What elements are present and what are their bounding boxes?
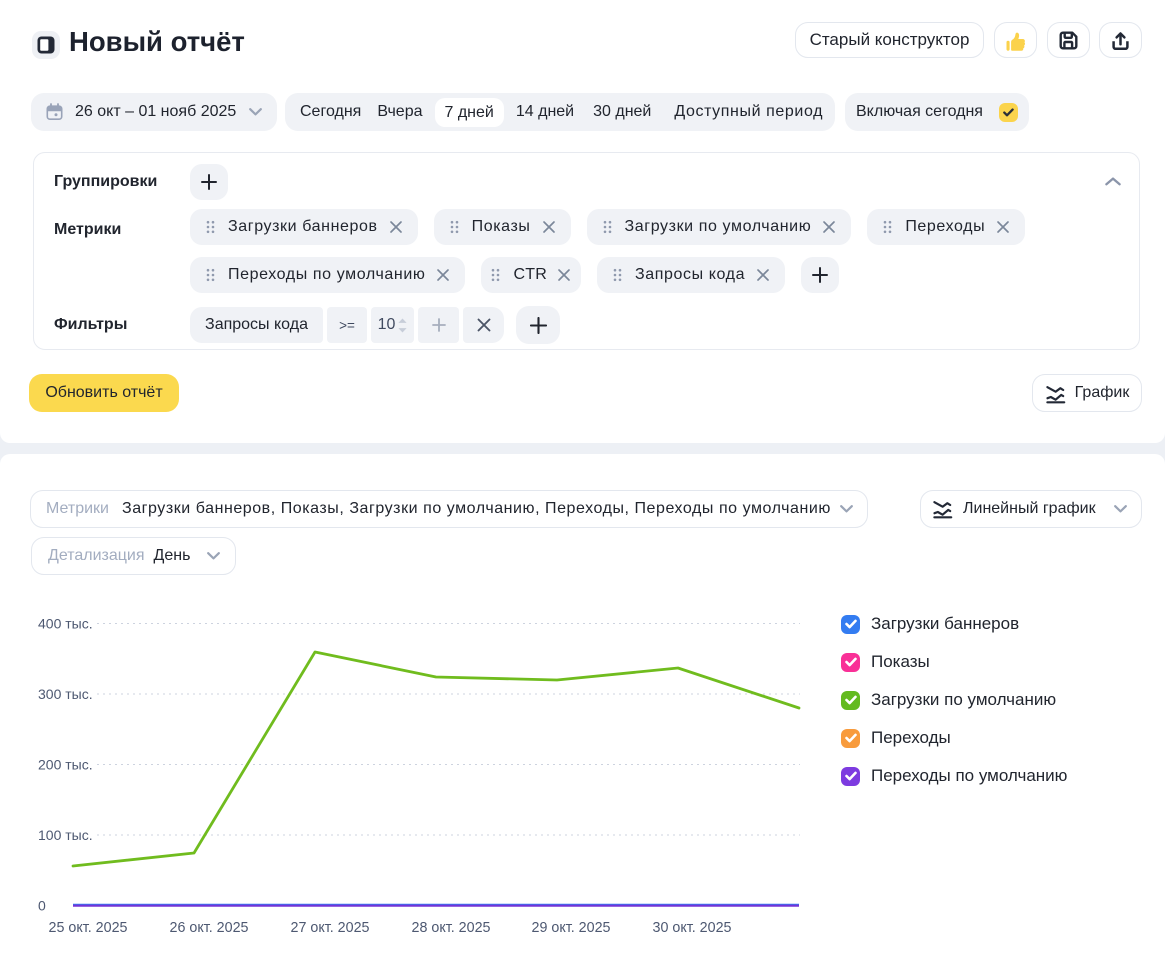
svg-text:28 окт. 2025: 28 окт. 2025 [412,920,491,936]
svg-text:300 тыс.: 300 тыс. [38,686,93,702]
svg-text:25 окт. 2025: 25 окт. 2025 [49,920,128,936]
svg-text:30 окт. 2025: 30 окт. 2025 [653,920,732,936]
svg-text:26 окт. 2025: 26 окт. 2025 [170,920,249,936]
svg-text:100 тыс.: 100 тыс. [38,827,93,843]
svg-text:400 тыс.: 400 тыс. [38,616,93,632]
svg-text:27 окт. 2025: 27 окт. 2025 [291,920,370,936]
svg-text:29 окт. 2025: 29 окт. 2025 [532,920,611,936]
svg-text:0: 0 [38,898,46,914]
svg-text:200 тыс.: 200 тыс. [38,757,93,773]
